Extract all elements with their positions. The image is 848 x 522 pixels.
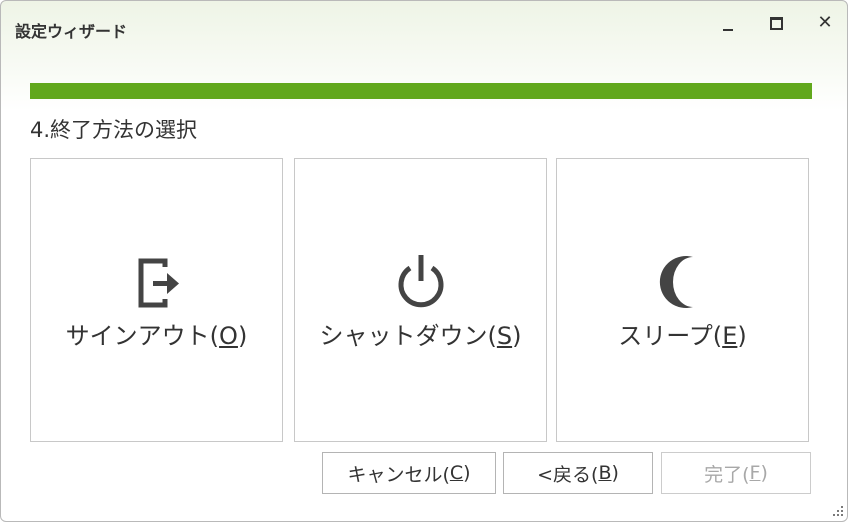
minimize-icon (723, 29, 733, 31)
sign-out-option[interactable]: サインアウト(O) (30, 158, 283, 442)
finish-button[interactable]: 完了(F) (661, 452, 811, 494)
shutdown-label: シャットダウン(S) (319, 322, 522, 350)
progress-fill (30, 83, 812, 99)
shutdown-option[interactable]: シャットダウン(S) (294, 158, 547, 442)
power-icon (398, 255, 443, 308)
setup-wizard-window: 設定ウィザード ✕ 4.終了方法の選択 サインアウト(O) シャットダウン(S) (0, 0, 848, 522)
sign-out-icon (138, 258, 179, 308)
progress-bar (30, 83, 812, 99)
moon-icon (659, 256, 693, 308)
window-title: 設定ウィザード (15, 22, 128, 41)
close-icon: ✕ (817, 12, 833, 33)
cancel-button[interactable]: キャンセル(C) (322, 452, 496, 494)
minimize-button[interactable] (711, 9, 745, 37)
close-button[interactable]: ✕ (808, 9, 842, 37)
step-title: 4.終了方法の選択 (30, 118, 198, 142)
maximize-button[interactable] (759, 9, 793, 37)
sign-out-label: サインアウト(O) (65, 322, 248, 350)
sleep-option[interactable]: スリープ(E) (556, 158, 809, 442)
maximize-icon (769, 16, 783, 30)
sleep-label: スリープ(E) (618, 322, 747, 350)
back-button[interactable]: <戻る(B) (503, 452, 653, 494)
resize-grip-icon[interactable] (830, 504, 844, 518)
title-bar[interactable]: 設定ウィザード ✕ (1, 1, 847, 57)
